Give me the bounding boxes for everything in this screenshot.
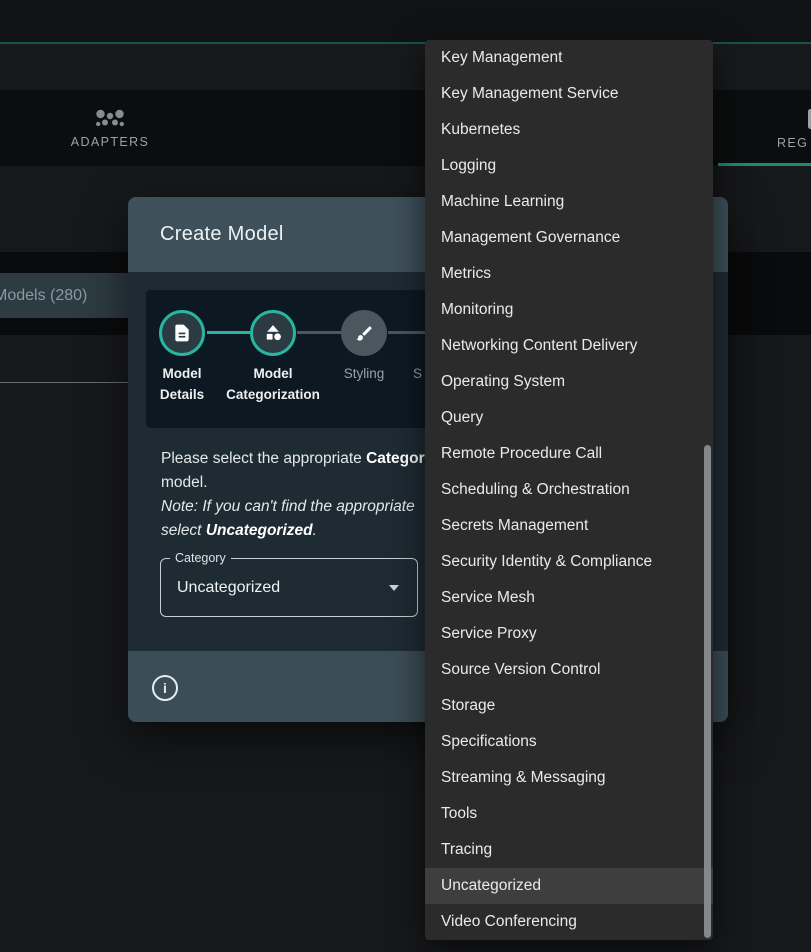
models-tab-label: Models (280) [0,287,87,305]
dropdown-option[interactable]: Query [425,400,713,436]
dropdown-option[interactable]: Kubernetes [425,112,713,148]
step-model-categorization[interactable] [250,310,296,356]
dropdown-scrollbar-thumb[interactable] [704,445,711,938]
registry-server-icon [805,107,811,131]
active-tab-indicator [718,163,811,166]
dropdown-option[interactable]: Remote Procedure Call [425,436,713,472]
divider-line [0,382,128,383]
shapes-icon [263,323,283,343]
adapters-dots-icon [95,108,125,129]
category-instruction-text: Please select the appropriate Category m… [161,447,433,495]
dropdown-option[interactable]: Service Mesh [425,580,713,616]
step-styling[interactable] [341,310,387,356]
dropdown-option[interactable]: Security Identity & Compliance [425,544,713,580]
dropdown-option[interactable]: Tools [425,796,713,832]
chevron-down-icon [389,585,399,591]
tab-adapters-label: ADAPTERS [71,135,150,149]
category-select[interactable]: Uncategorized [160,558,418,617]
app-root: ADAPTERS REG Models (280) Create Model [0,0,811,952]
dropdown-option[interactable]: Specifications [425,724,713,760]
dropdown-option[interactable]: Streaming & Messaging [425,760,713,796]
step-label-4: S [413,363,422,384]
document-icon [172,323,192,343]
dropdown-option[interactable]: Machine Learning [425,184,713,220]
category-note-text: Note: If you can't find the appropriate … [161,495,415,543]
dropdown-option[interactable]: Uncategorized [425,868,713,904]
step-label-styling: Styling [304,363,424,384]
tab-adapters[interactable]: ADAPTERS [30,90,190,166]
stepper-connector [297,331,341,334]
dropdown-option[interactable]: Logging [425,148,713,184]
tab-registries[interactable]: REG [718,90,811,166]
dropdown-option[interactable]: Management Governance [425,220,713,256]
dropdown-option[interactable]: Service Proxy [425,616,713,652]
dropdown-option[interactable]: Key Management Service [425,76,713,112]
top-app-bar [0,0,811,42]
dropdown-option[interactable]: Operating System [425,364,713,400]
dropdown-option[interactable]: Secrets Management [425,508,713,544]
info-button[interactable]: i [152,675,178,701]
dropdown-option[interactable]: Storage [425,688,713,724]
category-dropdown-menu: Key Management Key Management Service Ku… [425,40,713,940]
tab-registries-label: REG [777,136,811,150]
dropdown-option[interactable]: Tracing [425,832,713,868]
dropdown-option[interactable]: Key Management [425,40,713,76]
info-icon: i [163,680,167,696]
step-model-details[interactable] [159,310,205,356]
dropdown-option[interactable]: Video Conferencing [425,904,713,940]
category-select-label: Category [170,551,231,565]
dropdown-option[interactable]: Source Version Control [425,652,713,688]
stepper-connector [207,331,250,334]
dropdown-option[interactable]: Scheduling & Orchestration [425,472,713,508]
category-select-value: Uncategorized [177,579,280,597]
dropdown-option[interactable]: Metrics [425,256,713,292]
dialog-title: Create Model [160,223,284,246]
dropdown-option[interactable]: Monitoring [425,292,713,328]
brush-icon [355,324,374,343]
dropdown-option[interactable]: Networking Content Delivery [425,328,713,364]
